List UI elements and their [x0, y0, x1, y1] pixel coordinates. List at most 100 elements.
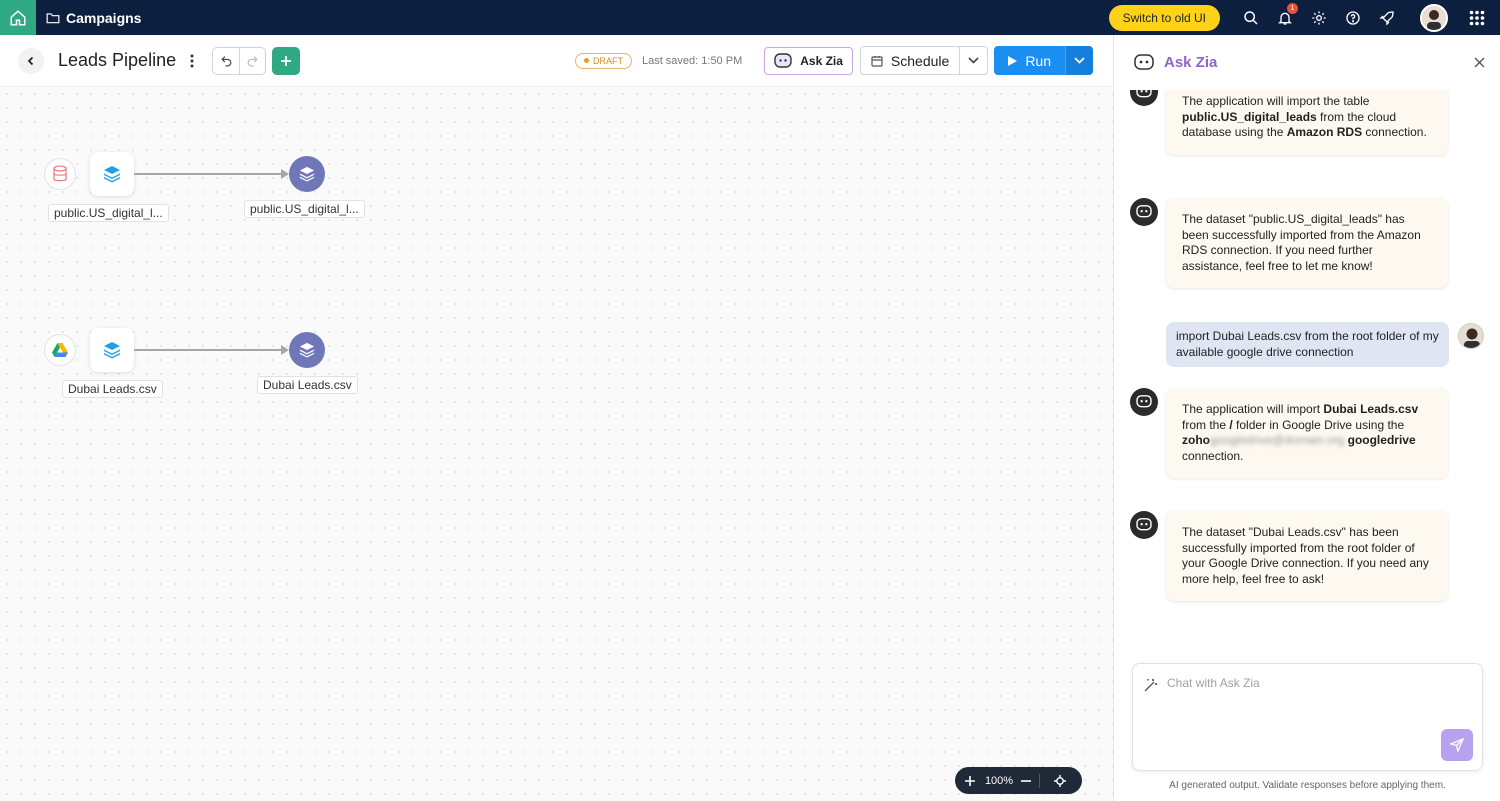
run-label: Run: [1025, 52, 1051, 69]
panel-title: Ask Zia: [1164, 54, 1218, 71]
chevron-down-icon: [1074, 57, 1085, 64]
zoom-controls: 100%: [955, 767, 1082, 794]
undo-button[interactable]: [213, 48, 239, 74]
grid-icon: [1469, 10, 1485, 25]
search-icon: [1244, 10, 1258, 25]
message-text: connection.: [1362, 125, 1427, 140]
notifications-button[interactable]: 1: [1268, 0, 1302, 35]
zoom-level: 100%: [984, 774, 1014, 787]
last-saved-text: Last saved: 1:50 PM: [641, 54, 743, 67]
breadcrumb[interactable]: Campaigns: [46, 10, 141, 26]
node-label[interactable]: Dubai Leads.csv: [257, 376, 358, 394]
kebab-icon: [190, 54, 194, 67]
dataset-node[interactable]: [90, 328, 134, 372]
notification-badge: 1: [1287, 3, 1298, 14]
zia-avatar: [1130, 90, 1158, 106]
schedule-dropdown-button[interactable]: [959, 47, 987, 74]
run-group: Run: [994, 46, 1093, 75]
settings-button[interactable]: [1302, 0, 1336, 35]
source-node-database[interactable]: [44, 158, 76, 190]
search-button[interactable]: [1234, 0, 1268, 35]
ask-zia-panel: Ask Zia The application will import the …: [1113, 35, 1500, 801]
layers-icon: [299, 166, 315, 182]
zia-bot-icon: [1136, 395, 1152, 408]
layers-icon: [104, 342, 120, 359]
run-dropdown-button[interactable]: [1065, 46, 1093, 75]
database-icon: [53, 165, 67, 182]
message-text: connection.: [1182, 448, 1244, 463]
pipeline-toolbar: Leads Pipeline DRAFT Last saved: 1:50 PM…: [0, 35, 1113, 87]
back-button[interactable]: [18, 47, 44, 74]
zia-bot-icon: [1134, 53, 1154, 70]
dataset-node[interactable]: [90, 152, 134, 196]
flow-connector: [134, 349, 282, 351]
send-icon: [1450, 738, 1464, 752]
node-label[interactable]: public.US_digital_l...: [48, 204, 169, 222]
zia-message: The application will import Dubai Leads.…: [1166, 388, 1448, 479]
source-node-google-drive[interactable]: [44, 334, 76, 366]
zia-bot-icon: [1136, 518, 1152, 531]
flow-connector: [134, 173, 282, 175]
message-bold: zoho: [1182, 433, 1210, 448]
zia-message: The dataset "Dubai Leads.csv" has been s…: [1166, 511, 1448, 602]
breadcrumb-label: Campaigns: [66, 9, 142, 26]
schedule-group: Schedule: [859, 46, 989, 75]
zia-avatar: [1130, 388, 1158, 416]
message-text: from the: [1182, 417, 1230, 432]
message-text: The application will import the table: [1182, 94, 1370, 108]
message-bold: Amazon RDS: [1286, 125, 1363, 140]
app-switcher-button[interactable]: [1460, 0, 1494, 35]
status-dot: [583, 58, 589, 63]
zoom-out-button[interactable]: [1013, 779, 1039, 782]
message-text: The application will import: [1182, 402, 1324, 416]
close-icon: [1474, 57, 1485, 68]
user-avatar[interactable]: [1420, 3, 1448, 32]
chat-input[interactable]: [1167, 676, 1467, 690]
output-node[interactable]: [289, 332, 325, 368]
home-button[interactable]: [0, 0, 36, 35]
undo-icon: [220, 56, 231, 67]
top-nav: Campaigns Switch to old UI 1: [0, 0, 1500, 35]
chat-input-box[interactable]: [1132, 663, 1483, 771]
switch-old-ui-button[interactable]: Switch to old UI: [1108, 4, 1220, 31]
run-button[interactable]: Run: [994, 46, 1065, 75]
chat-thread[interactable]: The application will import the table pu…: [1114, 90, 1500, 660]
home-icon: [10, 9, 26, 25]
zia-avatar: [1130, 511, 1158, 539]
user-avatar: [1458, 323, 1484, 349]
schedule-label: Schedule: [890, 52, 950, 69]
target-icon: [1054, 774, 1066, 787]
help-icon: [1346, 10, 1360, 25]
message-bold: googledrive: [1347, 433, 1416, 448]
zoom-in-button[interactable]: [955, 775, 985, 786]
chevron-down-icon: [968, 57, 979, 64]
page-title: Leads Pipeline: [58, 50, 177, 70]
help-button[interactable]: [1336, 0, 1370, 35]
ask-zia-button[interactable]: Ask Zia: [764, 46, 853, 75]
add-node-button[interactable]: [272, 46, 301, 75]
pipeline-canvas[interactable]: public.US_digital_l... public.US_digital…: [0, 87, 1113, 801]
ai-disclaimer: AI generated output. Validate responses …: [1169, 780, 1446, 791]
send-button[interactable]: [1441, 729, 1473, 761]
close-panel-button[interactable]: [1474, 57, 1485, 68]
status-label: DRAFT: [592, 55, 623, 66]
redo-icon: [247, 56, 258, 67]
redo-button[interactable]: [239, 47, 265, 74]
fit-view-button[interactable]: [1040, 774, 1080, 787]
message-bold: Dubai Leads.csv: [1323, 402, 1419, 416]
plus-icon: [965, 775, 975, 786]
zia-bot-icon: [774, 52, 792, 68]
zia-bot-icon: [1136, 205, 1152, 218]
schedule-button[interactable]: Schedule: [861, 47, 959, 74]
calendar-icon: [871, 55, 883, 67]
gear-icon: [1312, 10, 1326, 25]
node-label[interactable]: Dubai Leads.csv: [62, 380, 163, 398]
node-label[interactable]: public.US_digital_l...: [244, 200, 365, 218]
output-node[interactable]: [289, 156, 325, 192]
zia-message: The application will import the table pu…: [1166, 90, 1448, 155]
message-bold: public.US_digital_leads: [1182, 109, 1317, 124]
whats-new-button[interactable]: [1370, 0, 1404, 35]
zia-bot-icon: [1136, 90, 1152, 98]
plus-icon: [281, 55, 292, 66]
more-options-button[interactable]: [190, 54, 194, 68]
